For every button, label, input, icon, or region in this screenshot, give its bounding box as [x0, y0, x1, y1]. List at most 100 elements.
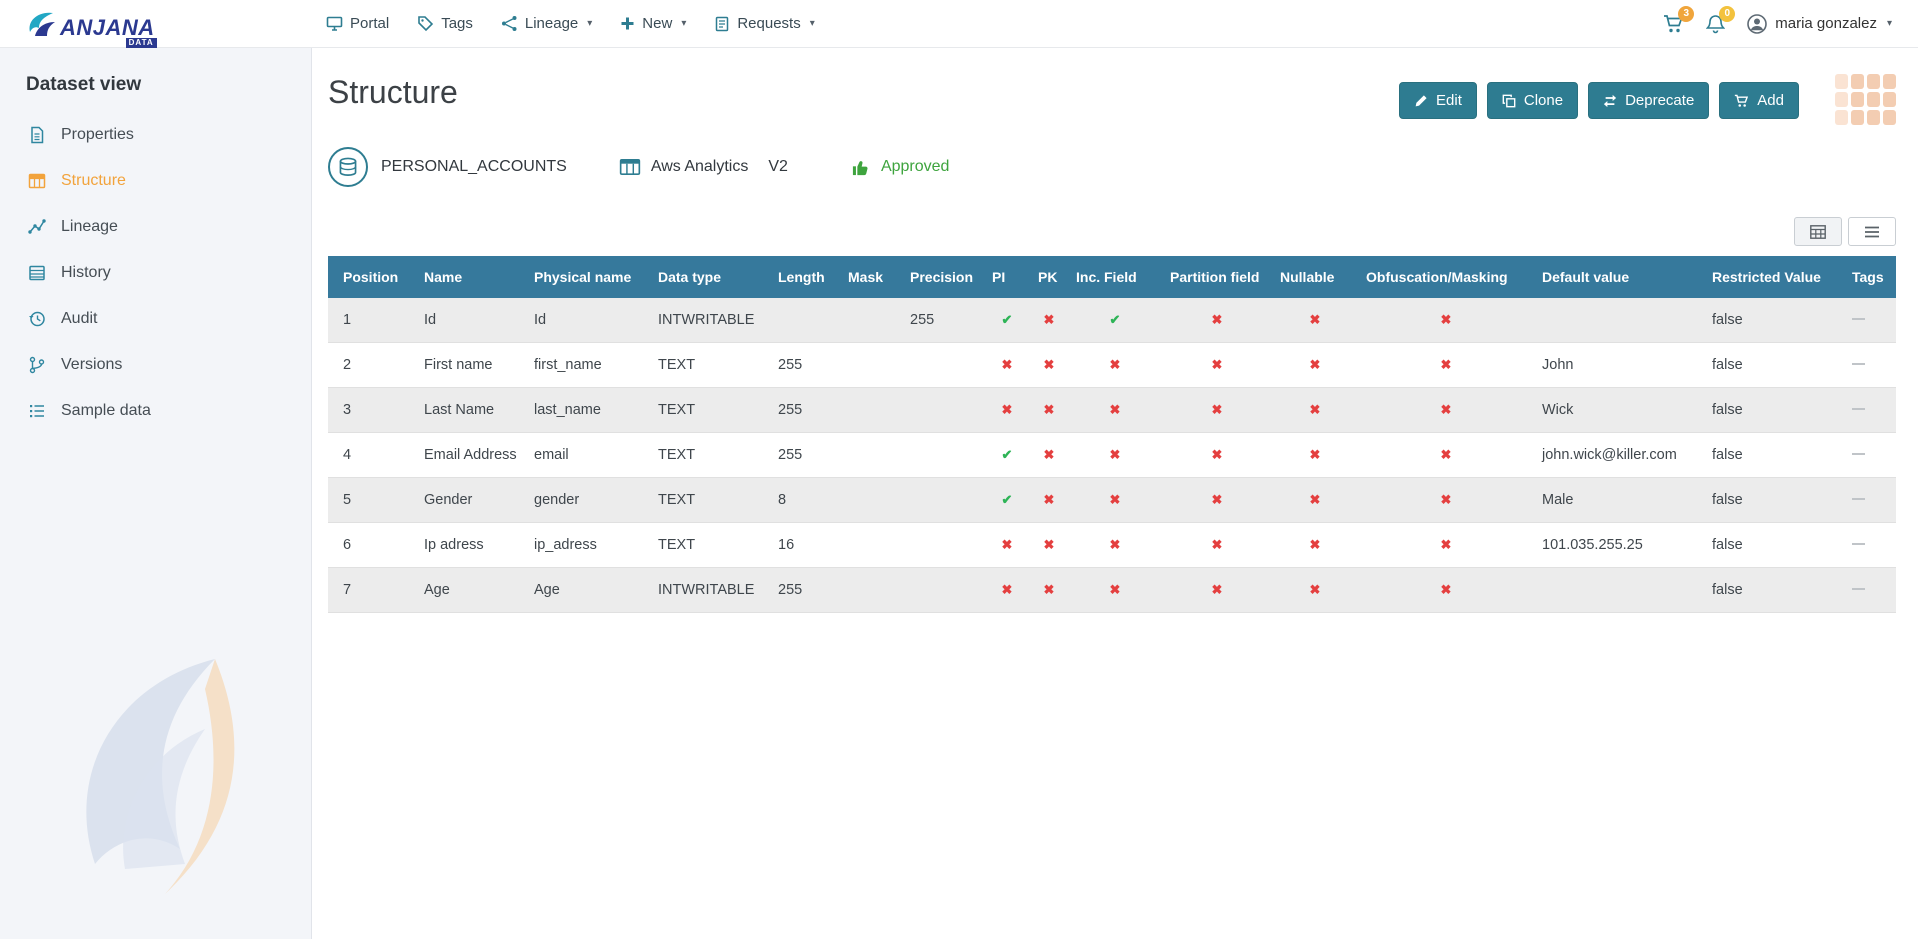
cell-data_type: TEXT [650, 433, 770, 478]
cell-restricted_value: false [1704, 388, 1844, 433]
nav-requests[interactable]: Requests ▾ [714, 15, 814, 32]
cell-pk: ✖ [1030, 343, 1068, 388]
add-button[interactable]: Add [1719, 82, 1799, 119]
column-header: Length [770, 256, 840, 298]
nav-tags[interactable]: Tags [417, 15, 473, 32]
cell-tags [1844, 568, 1896, 613]
cell-data_type: TEXT [650, 478, 770, 523]
cross-icon: ✖ [1212, 537, 1223, 552]
cross-icon: ✖ [1212, 447, 1223, 462]
tag-placeholder [1852, 453, 1865, 455]
cell-physical_name: first_name [526, 343, 650, 388]
cell-default_value: Wick [1534, 388, 1704, 433]
cell-pk: ✖ [1030, 433, 1068, 478]
column-header: Precision [902, 256, 984, 298]
nav-portal[interactable]: Portal [326, 15, 389, 32]
dataset-summary: PERSONAL_ACCOUNTS Aws Analytics V2 Appro… [328, 147, 1896, 187]
cell-nullable: ✖ [1272, 568, 1358, 613]
clone-button[interactable]: Clone [1487, 82, 1578, 119]
sidebar-item-sample-data[interactable]: Sample data [0, 388, 311, 434]
sidebar-title: Dataset view [26, 74, 311, 96]
cross-icon: ✖ [1441, 357, 1452, 372]
cell-name: Age [416, 568, 526, 613]
table-view-toggle[interactable] [1794, 217, 1842, 246]
cell-tags [1844, 523, 1896, 568]
cell-inc_field: ✖ [1068, 343, 1162, 388]
cross-icon: ✖ [1212, 402, 1223, 417]
cell-precision [902, 478, 984, 523]
nav-new[interactable]: New ▾ [620, 15, 686, 32]
cell-position: 1 [328, 298, 416, 343]
cell-pk: ✖ [1030, 523, 1068, 568]
table-row: 5GendergenderTEXT8✔✖✖✖✖✖Malefalse [328, 478, 1896, 523]
cell-pk: ✖ [1030, 298, 1068, 343]
platform-icon [619, 157, 641, 177]
cell-tags [1844, 478, 1896, 523]
cross-icon: ✖ [1310, 537, 1321, 552]
column-header: Tags [1844, 256, 1896, 298]
versions-branch-icon [26, 356, 48, 374]
cell-default_value: john.wick@killer.com [1534, 433, 1704, 478]
edit-button[interactable]: Edit [1399, 82, 1477, 119]
nav-menu: Portal Tags Lineage ▾ New ▾ Requ [326, 15, 815, 32]
sidebar-item-structure[interactable]: Structure [0, 158, 311, 204]
cross-icon: ✖ [1441, 402, 1452, 417]
cell-length: 255 [770, 388, 840, 433]
column-header: Data type [650, 256, 770, 298]
cross-icon: ✖ [1310, 582, 1321, 597]
cross-icon: ✖ [1441, 537, 1452, 552]
cross-icon: ✖ [1044, 582, 1055, 597]
sidebar-item-properties[interactable]: Properties [0, 112, 311, 158]
requests-icon [714, 16, 730, 32]
fairy-watermark [55, 634, 295, 909]
user-menu[interactable]: maria gonzalez ▾ [1747, 14, 1892, 34]
sidebar-item-label: Versions [61, 356, 122, 374]
cross-icon: ✖ [1212, 492, 1223, 507]
sidebar-item-lineage[interactable]: Lineage [0, 204, 311, 250]
column-header: Default value [1534, 256, 1704, 298]
cell-inc_field: ✖ [1068, 433, 1162, 478]
cell-inc_field: ✔ [1068, 298, 1162, 343]
grid-menu-icon[interactable] [1835, 74, 1896, 125]
cross-icon: ✖ [1310, 357, 1321, 372]
cell-inc_field: ✖ [1068, 388, 1162, 433]
column-header: Nullable [1272, 256, 1358, 298]
nav-tags-label: Tags [441, 15, 473, 32]
pencil-icon [1414, 94, 1428, 108]
nav-new-label: New [642, 15, 672, 32]
cell-partition_field: ✖ [1162, 343, 1272, 388]
cart-button[interactable]: 3 [1663, 14, 1684, 34]
cell-restricted_value: false [1704, 523, 1844, 568]
app-logo[interactable]: ANJANA DATA [26, 9, 155, 39]
platform-name: Aws Analytics [651, 158, 749, 176]
cell-obfuscation: ✖ [1358, 343, 1534, 388]
cross-icon: ✖ [1310, 447, 1321, 462]
nav-lineage[interactable]: Lineage ▾ [501, 15, 592, 32]
list-view-toggle[interactable] [1848, 217, 1896, 246]
dataset-name: PERSONAL_ACCOUNTS [381, 158, 567, 176]
cart-badge: 3 [1678, 6, 1694, 22]
cell-obfuscation: ✖ [1358, 568, 1534, 613]
cell-physical_name: Age [526, 568, 650, 613]
cell-mask [840, 343, 902, 388]
sidebar-item-audit[interactable]: Audit [0, 296, 311, 342]
page-title: Structure [328, 74, 458, 111]
status-label: Approved [881, 158, 950, 176]
column-header: PI [984, 256, 1030, 298]
nav-right: 3 0 maria gonzalez ▾ [1663, 14, 1918, 34]
sidebar-item-versions[interactable]: Versions [0, 342, 311, 388]
deprecate-button[interactable]: Deprecate [1588, 82, 1709, 119]
cell-length: 255 [770, 343, 840, 388]
sidebar-item-history[interactable]: History [0, 250, 311, 296]
cross-icon: ✖ [1212, 582, 1223, 597]
cell-pi: ✔ [984, 433, 1030, 478]
notifications-button[interactable]: 0 [1706, 14, 1725, 34]
chevron-down-icon: ▾ [1887, 18, 1892, 29]
cross-icon: ✖ [1441, 582, 1452, 597]
cell-length: 255 [770, 433, 840, 478]
cross-icon: ✖ [1044, 447, 1055, 462]
status-badge: Approved [850, 157, 950, 178]
cell-pi: ✖ [984, 568, 1030, 613]
structure-table: PositionNamePhysical nameData typeLength… [328, 256, 1896, 613]
table-body: 1IdIdINTWRITABLE255✔✖✔✖✖✖false2First nam… [328, 298, 1896, 613]
